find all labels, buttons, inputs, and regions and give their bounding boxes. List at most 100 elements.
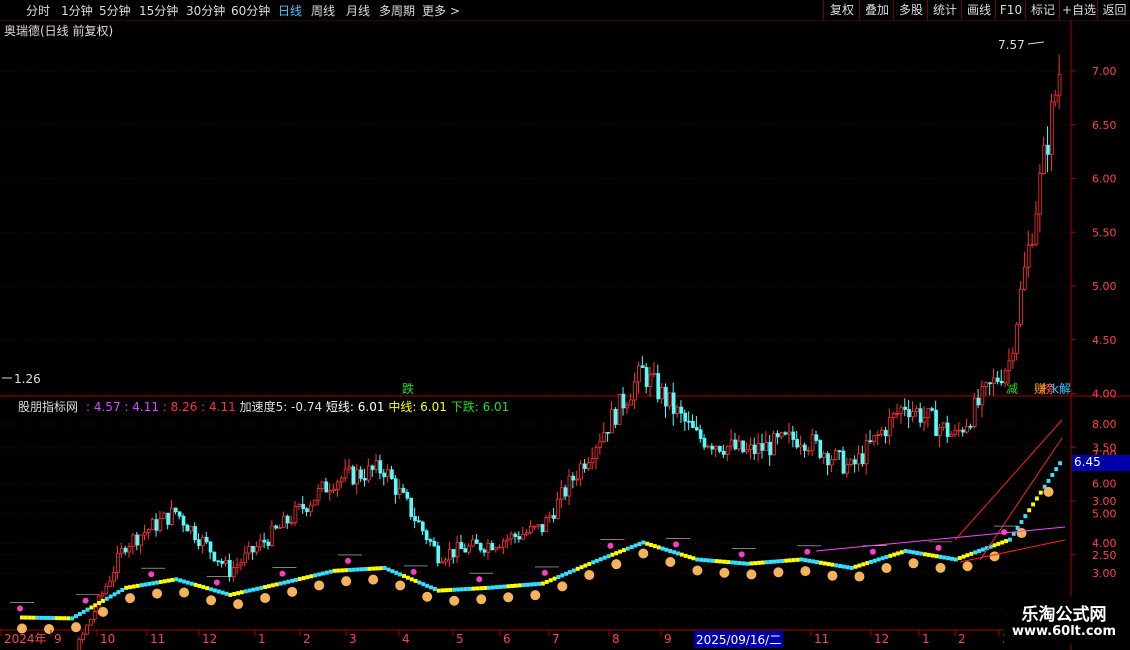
candle <box>139 534 143 546</box>
hand-marker <box>908 558 919 569</box>
indicator-line-segment <box>294 577 298 582</box>
candle <box>382 472 387 478</box>
hand-marker <box>341 576 352 587</box>
candle <box>795 439 799 448</box>
candle <box>845 464 850 474</box>
indicator-line-segment <box>776 559 781 564</box>
indicator-line-segment <box>764 560 769 565</box>
candle <box>285 515 290 524</box>
indicator-line-segment <box>332 568 337 573</box>
candle <box>911 411 915 418</box>
hand-marker <box>773 567 784 578</box>
indicator-line-segment <box>313 573 318 578</box>
indicator-line-segment <box>598 557 603 562</box>
chart-area[interactable]: 7.006.506.005.505.004.504.003.503.002.50… <box>0 0 1130 650</box>
indicator-line-segment <box>135 583 140 588</box>
candle <box>583 463 587 469</box>
indicator-line-segment <box>182 579 186 584</box>
indicator-line-segment <box>97 601 102 606</box>
indicator-line-segment <box>209 587 213 592</box>
indicator-line-segment <box>807 558 812 563</box>
candle <box>687 420 691 423</box>
dot-marker <box>345 557 352 564</box>
indicator-line-segment <box>544 579 549 584</box>
signal-label: 跌 <box>402 381 414 396</box>
candle <box>332 488 336 491</box>
candle <box>957 429 962 432</box>
indicator-line-segment <box>652 544 657 549</box>
indicator-line-segment <box>896 551 900 556</box>
indicator-line-segment <box>340 568 345 573</box>
candle <box>413 516 417 522</box>
indicator-line-segment <box>124 585 129 590</box>
candle <box>251 546 255 553</box>
indicator-line-segment <box>101 598 105 603</box>
candle <box>772 433 776 456</box>
watermark-title: 乐淘公式网 <box>1021 605 1107 625</box>
indicator-line-segment <box>467 586 472 591</box>
candle <box>945 422 950 437</box>
indicator-line-segment <box>980 547 985 552</box>
indicator-line-segment <box>977 548 981 553</box>
indicator-line-segment <box>903 548 908 553</box>
indicator-line-segment <box>595 558 599 563</box>
candle <box>702 438 707 448</box>
candle <box>1007 360 1012 372</box>
x-axis-label: 11 <box>814 632 829 646</box>
candle <box>791 431 796 440</box>
candle <box>868 440 873 443</box>
candle <box>517 536 522 540</box>
candle <box>1053 94 1058 103</box>
candle <box>494 547 498 551</box>
indicator-line-segment <box>969 551 974 556</box>
indicator-line-segment <box>444 588 449 593</box>
indicator-line-segment <box>436 588 441 593</box>
indicator-line-segment <box>212 588 217 593</box>
candle <box>552 515 556 519</box>
indicator-line-segment <box>143 582 148 587</box>
indicator-line-segment <box>695 557 700 562</box>
candle <box>393 478 398 495</box>
candle <box>876 434 881 437</box>
indicator-line-segment <box>772 559 777 564</box>
hand-marker <box>665 556 676 567</box>
hand-marker <box>1016 528 1027 539</box>
hand-marker <box>584 569 595 580</box>
candle <box>683 412 688 422</box>
candle <box>1023 266 1027 290</box>
indicator-line-segment <box>784 558 788 563</box>
candle <box>968 425 973 428</box>
candle <box>154 519 159 531</box>
indicator-line-segment <box>475 586 480 591</box>
candle <box>274 525 278 529</box>
candle <box>471 539 475 547</box>
y-tick-label: 2.50 <box>1092 549 1117 562</box>
candle <box>204 536 209 543</box>
candle <box>200 536 205 546</box>
indicator-line-segment <box>483 586 487 591</box>
indicator-line-segment <box>27 615 32 620</box>
indicator-line-segment <box>571 568 576 573</box>
indicator-line-segment <box>151 581 156 586</box>
hand-marker <box>692 565 703 576</box>
candle <box>664 386 668 407</box>
indicator-line-segment <box>610 552 615 557</box>
candle <box>810 434 815 451</box>
candle <box>667 392 672 407</box>
x-axis-label: 2 <box>958 632 966 646</box>
candle <box>424 530 429 541</box>
indicator-line-segment <box>185 580 190 585</box>
candle <box>729 439 734 447</box>
candle <box>756 443 761 454</box>
y-tick-label: 6.50 <box>1092 119 1117 132</box>
indicator-line-segment <box>664 547 669 552</box>
candle <box>613 408 618 425</box>
indicator-line-segment <box>591 560 596 565</box>
candle <box>440 561 444 564</box>
y-tick-label: 3.00 <box>1092 495 1117 508</box>
indicator-line-segment <box>564 571 569 576</box>
indicator-line-segment <box>348 567 352 572</box>
indicator-line-segment <box>791 558 796 563</box>
candle <box>899 406 904 414</box>
indicator-line-segment <box>1034 496 1039 501</box>
